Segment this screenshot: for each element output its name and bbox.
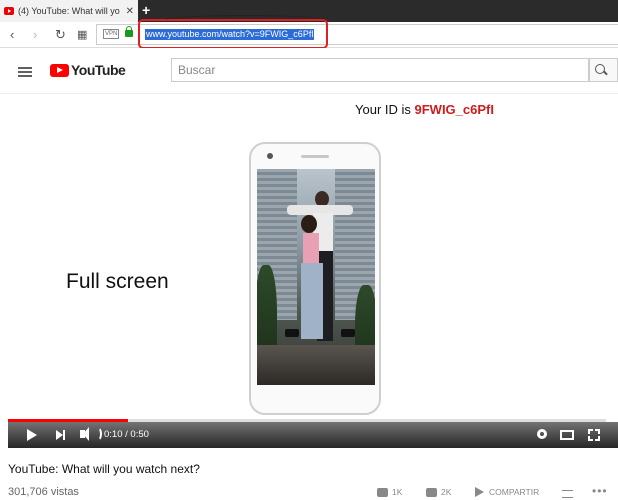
thumb-up-icon — [377, 487, 388, 497]
dislike-button[interactable]: 2K — [426, 487, 451, 497]
phone-screen-photo — [257, 169, 375, 385]
shoe-left — [285, 329, 299, 337]
ground — [257, 345, 375, 385]
volume-waves-icon — [94, 427, 102, 441]
woman-jeans — [301, 263, 323, 339]
search-input[interactable]: Buscar — [171, 58, 589, 82]
forward-icon[interactable]: › — [33, 27, 37, 42]
youtube-logo-icon[interactable] — [50, 64, 69, 77]
new-tab-button[interactable]: + — [142, 2, 150, 18]
dislike-count: 2K — [441, 487, 452, 497]
phone-illustration — [249, 142, 381, 415]
time-display: 0:10 / 0:50 — [104, 429, 149, 440]
fullscreen-icon[interactable] — [588, 429, 600, 441]
speed-dial-grid-icon[interactable]: ▦ — [77, 28, 87, 41]
play-icon[interactable] — [27, 429, 37, 441]
overlay-id-text: Your ID is 9FWIG_c6PfI — [355, 102, 494, 117]
overlay-fullscreen-text: Full screen — [66, 270, 169, 293]
like-count: 1K — [392, 487, 403, 497]
back-icon[interactable]: ‹ — [10, 27, 14, 42]
woman-head — [301, 215, 317, 233]
volume-icon[interactable] — [80, 427, 89, 441]
video-title: YouTube: What will you watch next? — [8, 462, 200, 476]
overlay-id-value: 9FWIG_c6PfI — [414, 102, 494, 117]
player-controls: 0:10 / 0:50 — [8, 422, 618, 448]
overlay-id-label: Your ID is — [355, 102, 415, 117]
more-icon: ••• — [592, 484, 608, 498]
reload-icon[interactable]: ↻ — [55, 27, 66, 43]
theater-mode-icon[interactable] — [560, 430, 574, 440]
view-count: 301,706 vistas — [8, 486, 79, 498]
hamburger-menu-icon[interactable] — [18, 67, 32, 77]
youtube-header: YouTube Buscar — [0, 48, 618, 94]
share-button[interactable]: COMPARTIR — [475, 487, 539, 497]
lock-icon — [125, 26, 133, 37]
handwritten-stroke-annotation — [166, 15, 326, 25]
search-icon[interactable] — [589, 58, 618, 82]
add-to-playlist-button[interactable] — [562, 490, 573, 498]
more-actions-button[interactable]: ••• — [592, 484, 608, 498]
share-icon — [475, 487, 484, 497]
vpn-badge[interactable]: VPN — [103, 29, 120, 39]
share-label: COMPARTIR — [489, 487, 540, 497]
woman-top — [303, 233, 319, 263]
settings-gear-icon[interactable] — [537, 429, 547, 439]
next-icon[interactable] — [56, 430, 65, 440]
tab-title: (4) YouTube: What will yo — [18, 6, 120, 16]
video-player[interactable]: Your ID is 9FWIG_c6PfI Full screen — [8, 95, 618, 448]
browser-tab[interactable]: (4) YouTube: What will yo ✕ — [0, 0, 138, 22]
like-button[interactable]: 1K — [377, 487, 402, 497]
phone-camera — [267, 153, 273, 159]
shoe-right — [341, 329, 355, 337]
youtube-logo-text[interactable]: YouTube — [71, 62, 126, 78]
tab-close-icon[interactable]: ✕ — [126, 6, 134, 17]
add-to-playlist-icon — [562, 490, 573, 498]
phone-speaker — [301, 155, 329, 158]
youtube-favicon-icon — [4, 7, 14, 15]
thumb-down-icon — [426, 487, 437, 497]
